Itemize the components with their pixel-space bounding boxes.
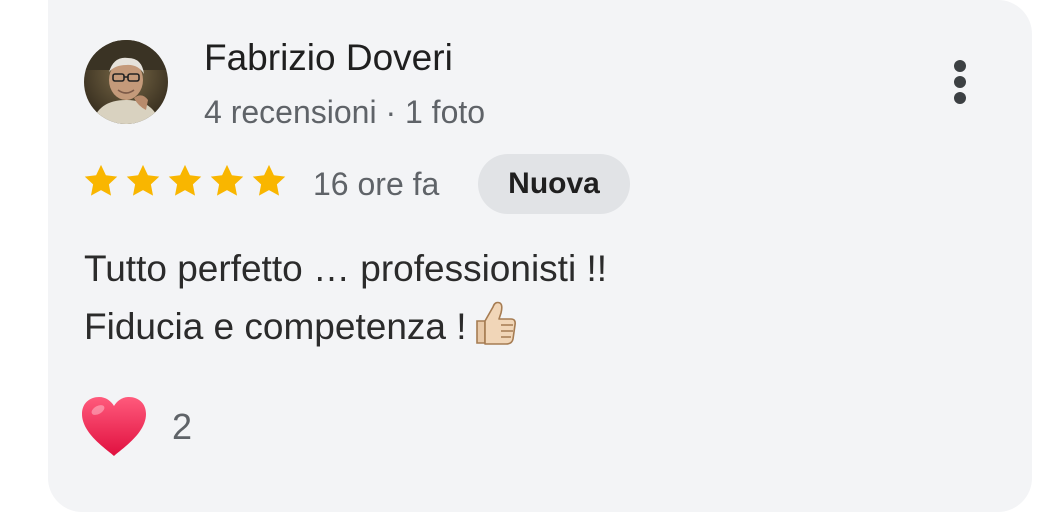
review-text-line-2: Fiducia e competenza ! <box>84 298 607 356</box>
author-stats: 4 recensioni · 1 foto <box>204 94 486 130</box>
heart-icon <box>82 397 146 456</box>
review-text: Tutto perfetto … professionisti !! Fiduc… <box>84 240 607 356</box>
reaction-button[interactable]: 2 <box>78 394 192 460</box>
star-icon <box>210 164 244 196</box>
author-avatar[interactable] <box>84 40 168 124</box>
review-time: 16 ore fa <box>313 166 440 202</box>
avatar-photo <box>84 40 168 124</box>
star-rating <box>82 162 288 200</box>
more-options-button[interactable] <box>936 52 984 112</box>
star-icon <box>252 164 286 196</box>
author-name[interactable]: Fabrizio Doveri <box>204 36 453 80</box>
star-icon <box>126 164 160 196</box>
review-text-line-1: Tutto perfetto … professionisti !! <box>84 248 608 289</box>
star-icon <box>168 164 202 196</box>
more-vert-icon <box>954 60 966 104</box>
star-icon <box>84 164 118 196</box>
thumbs-up-icon <box>475 301 516 345</box>
new-badge: Nuova <box>478 154 630 214</box>
reaction-count: 2 <box>172 406 193 447</box>
